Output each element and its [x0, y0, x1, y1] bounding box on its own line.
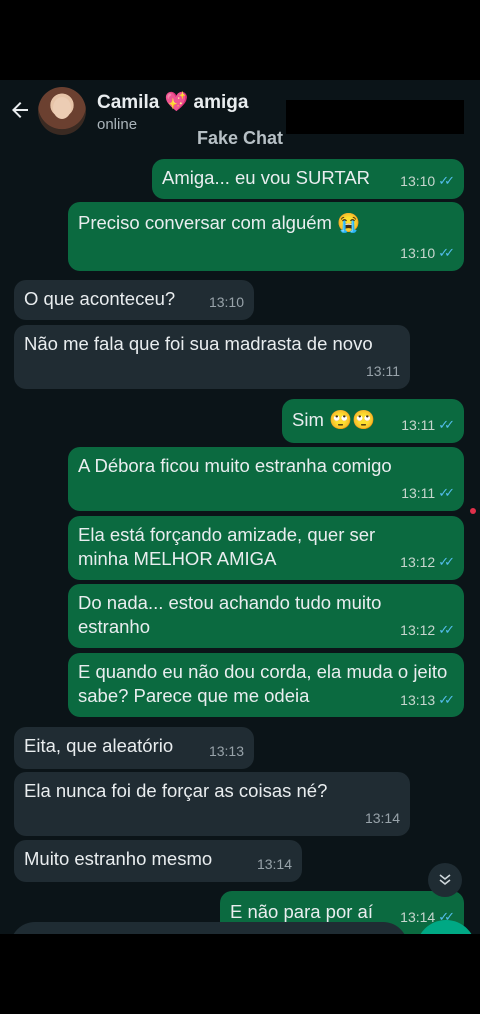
message-outgoing[interactable]: Preciso conversar com alguém 😭 13:10 ✓✓: [68, 202, 464, 271]
message-text: A Débora ficou muito estranha comigo: [78, 455, 392, 476]
avatar[interactable]: [38, 87, 86, 135]
double-chevron-down-icon[interactable]: [428, 863, 462, 897]
message-time: 13:14: [256, 856, 292, 872]
arrow-left-icon[interactable]: [8, 98, 32, 122]
message-time: 13:14: [364, 810, 400, 826]
message-incoming[interactable]: Não me fala que foi sua madrasta de novo…: [14, 325, 410, 389]
double-check-icon: ✓✓: [438, 692, 455, 707]
double-check-icon: ✓✓: [438, 245, 455, 260]
double-check-icon: ✓✓: [438, 485, 455, 500]
message-time: 13:10 ✓✓: [400, 169, 455, 193]
message-incoming[interactable]: O que aconteceu? 13:10: [14, 280, 254, 320]
message-outgoing[interactable]: A Débora ficou muito estranha comigo 13:…: [68, 447, 464, 511]
double-check-icon: ✓✓: [438, 173, 455, 188]
watermark-text: Fake Chat: [197, 128, 284, 148]
message-time: 13:12 ✓✓: [400, 618, 455, 642]
redacted-area: [286, 100, 464, 134]
chat-header: Camila 💖 amiga online Fake Chat: [0, 80, 480, 150]
message-outgoing[interactable]: Amiga... eu vou SURTAR 13:10 ✓✓: [152, 159, 464, 199]
contact-status: online: [97, 116, 138, 133]
message-outgoing[interactable]: Sim 🙄🙄 13:11 ✓✓: [282, 399, 464, 443]
double-check-icon: ✓✓: [438, 554, 455, 569]
message-text: Muito estranho mesmo: [24, 848, 213, 869]
message-text: Ela nunca foi de forçar as coisas né?: [24, 780, 328, 801]
message-text: E quando eu não dou corda, ela muda o je…: [78, 661, 448, 706]
message-time: 13:13 ✓✓: [400, 688, 455, 712]
message-time: 13:11: [366, 363, 400, 379]
message-text: Ela está forçando amizade, quer ser minh…: [78, 524, 376, 569]
double-check-icon: ✓✓: [438, 622, 455, 637]
chat-screen: Camila 💖 amiga online Fake Chat Amiga...…: [0, 80, 480, 934]
message-input[interactable]: [10, 922, 408, 934]
message-time: 13:10 ✓✓: [400, 241, 455, 265]
message-text: Não me fala que foi sua madrasta de novo: [24, 333, 373, 354]
message-time: 13:13: [208, 743, 244, 759]
message-time: 13:10: [208, 294, 244, 310]
message-time: 13:11 ✓✓: [401, 481, 455, 505]
message-incoming[interactable]: Eita, que aleatório 13:13: [14, 727, 254, 769]
message-text: Preciso conversar com alguém 😭: [78, 212, 361, 233]
message-text: Do nada... estou achando tudo muito estr…: [78, 592, 382, 637]
message-incoming[interactable]: Ela nunca foi de forçar as coisas né? 13…: [14, 772, 410, 836]
message-time: 13:12 ✓✓: [400, 550, 455, 574]
message-outgoing[interactable]: Ela está forçando amizade, quer ser minh…: [68, 516, 464, 580]
message-incoming[interactable]: Muito estranho mesmo 13:14: [14, 840, 302, 882]
message-time: 13:11 ✓✓: [401, 413, 455, 437]
contact-name[interactable]: Camila 💖 amiga: [97, 90, 248, 114]
message-outgoing[interactable]: E quando eu não dou corda, ela muda o je…: [68, 653, 464, 717]
notification-dot: [470, 508, 476, 514]
message-outgoing[interactable]: Do nada... estou achando tudo muito estr…: [68, 584, 464, 648]
double-check-icon: ✓✓: [438, 417, 455, 432]
